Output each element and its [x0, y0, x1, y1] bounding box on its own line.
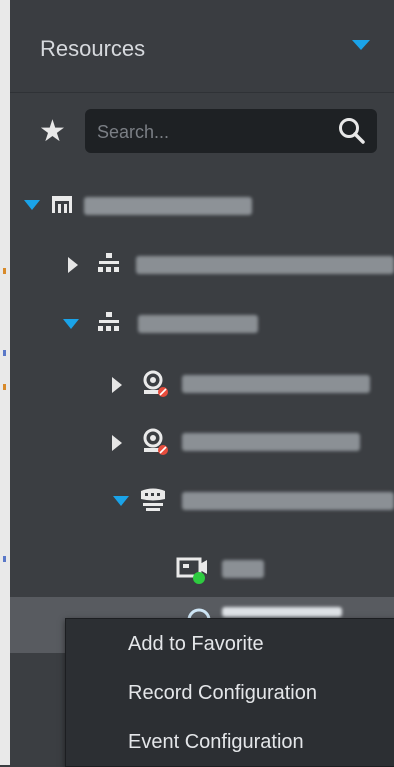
organization-icon — [98, 312, 119, 331]
edge-mark — [3, 556, 6, 562]
search-box[interactable] — [85, 109, 377, 153]
edge-mark — [3, 384, 6, 390]
redacted-label — [182, 375, 370, 393]
menu-item-record-configuration[interactable]: Record Configuration — [128, 682, 317, 705]
redacted-label — [84, 197, 252, 215]
redacted-label — [182, 433, 360, 451]
tree-node-organization[interactable] — [10, 297, 394, 351]
expand-arrow-icon[interactable] — [112, 435, 122, 451]
expand-arrow-icon[interactable] — [112, 377, 122, 393]
redacted-label — [222, 607, 342, 617]
star-icon[interactable]: ★ — [39, 117, 66, 147]
organization-icon — [98, 253, 119, 272]
tree-node-organization[interactable] — [10, 238, 394, 292]
nvr-device-icon — [141, 488, 165, 511]
redacted-label — [136, 256, 394, 274]
edge-mark — [3, 268, 6, 274]
tree-node-camera[interactable] — [10, 415, 394, 469]
camera-icon — [143, 428, 168, 455]
tree-node-channel[interactable] — [10, 542, 394, 596]
menu-item-event-configuration[interactable]: Event Configuration — [128, 731, 304, 754]
left-window-edge — [0, 0, 10, 765]
context-menu: Add to Favorite Record Configuration Eve… — [65, 618, 394, 767]
resources-panel: Resources ★ Search... Add to Favorite Re… — [10, 0, 394, 767]
redacted-label — [138, 315, 258, 333]
collapse-arrow-icon[interactable] — [24, 200, 40, 210]
organization-root-icon — [52, 196, 72, 213]
edge-mark — [3, 350, 6, 356]
collapse-arrow-icon[interactable] — [113, 496, 129, 506]
camera-icon — [143, 370, 168, 397]
tree-node-root[interactable] — [10, 178, 394, 232]
collapse-arrow-icon[interactable] — [63, 319, 79, 329]
search-icon[interactable] — [337, 116, 367, 146]
menu-item-add-to-favorite[interactable]: Add to Favorite — [128, 633, 264, 656]
search-input[interactable] — [95, 117, 319, 147]
redacted-label — [222, 560, 264, 578]
tree-node-camera[interactable] — [10, 357, 394, 411]
video-channel-icon — [176, 557, 207, 584]
tree-node-nvr[interactable] — [10, 474, 394, 528]
dropdown-arrow-icon[interactable] — [352, 40, 370, 50]
panel-header[interactable]: Resources — [10, 0, 394, 93]
redacted-label — [182, 492, 394, 510]
expand-arrow-icon[interactable] — [68, 257, 78, 273]
panel-title: Resources — [40, 36, 146, 61]
